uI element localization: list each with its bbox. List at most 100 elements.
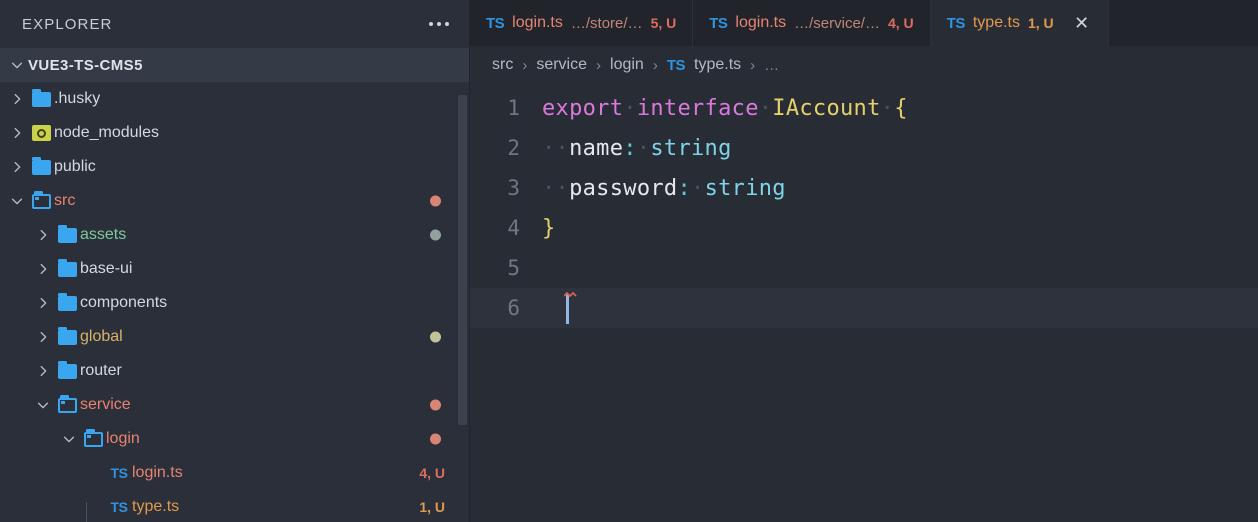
close-icon[interactable]: ✕: [1072, 14, 1092, 32]
chevron-right-icon[interactable]: [32, 364, 54, 378]
chevron-right-icon[interactable]: [32, 262, 54, 276]
tree-item-label: components: [80, 294, 168, 311]
breadcrumb-separator-icon: ›: [750, 56, 756, 74]
code-text: export·interface·IAccount·{: [542, 96, 908, 121]
chevron-right-icon[interactable]: [32, 296, 54, 310]
tree-item-label: node_modules: [54, 124, 159, 141]
code-text: }: [542, 216, 556, 241]
tab-status-badge: 1, U: [1027, 15, 1054, 31]
breadcrumb-separator-icon: ›: [596, 56, 602, 74]
tree-item-public[interactable]: public: [0, 150, 469, 184]
error-squiggle-icon: [563, 286, 580, 298]
ts-file-icon: TS: [709, 14, 728, 32]
ts-file-icon: TS: [666, 56, 686, 74]
tree-item-node-modules[interactable]: node_modules: [0, 116, 469, 150]
tree-item-login[interactable]: login: [0, 422, 469, 456]
file-tree: .husky node_modulespublic src assets base-ui…: [0, 82, 469, 522]
tab-file-path: …/service/…: [794, 14, 880, 32]
workspace-root-row[interactable]: VUE3-TS-CMS5: [0, 48, 469, 82]
tree-item-label: .husky: [54, 90, 101, 107]
token-dotg: ··: [542, 175, 570, 201]
ts-file-icon: TS: [946, 14, 966, 32]
explorer-header: EXPLORER: [0, 0, 469, 48]
token-type: IAccount: [772, 95, 881, 121]
token-dotg: ·: [691, 175, 705, 201]
token-dotg: ·: [758, 95, 773, 121]
ellipsis-horizontal-icon[interactable]: [421, 16, 457, 32]
breadcrumb-item[interactable]: src: [492, 56, 513, 74]
npm-folder-icon: [28, 125, 54, 141]
tree-item-label: service: [80, 396, 131, 413]
chevron-down-icon[interactable]: [58, 432, 80, 446]
tree-item-global[interactable]: global: [0, 320, 469, 354]
folder-closed-icon: [54, 224, 80, 243]
chevron-right-icon[interactable]: [32, 330, 54, 344]
code-editor[interactable]: 1 export·interface·IAccount·{2 ··name:·str…: [470, 84, 1258, 522]
editor-area: TS login.ts …/store/… 5, U TS login.ts …/servi…: [470, 0, 1258, 522]
token-colon: :: [677, 175, 692, 201]
tree-item-label: type.ts: [132, 498, 180, 515]
breadcrumb-overflow[interactable]: …: [764, 57, 779, 74]
token-prop: password: [569, 175, 678, 201]
tree-item--husky[interactable]: .husky: [0, 82, 469, 116]
tree-item-login-ts[interactable]: TS login.ts 4, U: [0, 456, 469, 490]
tree-item-label: login.ts: [132, 464, 183, 481]
code-line[interactable]: 4}: [470, 208, 1258, 248]
explorer-title: EXPLORER: [22, 15, 113, 33]
code-text: ··password:·string: [542, 176, 786, 201]
ts-file-icon: TS: [486, 14, 505, 32]
tree-item-base-ui[interactable]: base-ui: [0, 252, 469, 286]
tree-item-type-ts[interactable]: TS type.ts 1, U: [0, 490, 469, 522]
folder-closed-icon: [54, 258, 80, 277]
chevron-right-icon[interactable]: [6, 126, 28, 140]
code-line[interactable]: 1 export·interface·IAccount·{: [470, 88, 1258, 128]
chevron-down-icon[interactable]: [32, 398, 54, 412]
breadcrumb-item[interactable]: login: [610, 56, 644, 74]
tab-status-badge: 5, U: [650, 15, 677, 31]
tab-file-name: login.ts: [735, 14, 787, 31]
tree-item-src[interactable]: src: [0, 184, 469, 218]
editor-tab-login-ts-0[interactable]: TS login.ts …/store/… 5, U: [470, 0, 694, 46]
chevron-right-icon[interactable]: [6, 160, 28, 174]
folder-closed-icon: [28, 156, 54, 175]
chevron-down-icon[interactable]: [6, 58, 28, 72]
tree-item-components[interactable]: components: [0, 286, 469, 320]
decoration-dot: [430, 433, 441, 445]
chevron-right-icon[interactable]: [32, 228, 54, 242]
folder-closed-icon: [54, 326, 80, 345]
token-brc: {: [894, 95, 908, 121]
editor-tab-type-ts-2[interactable]: TS type.ts 1, U ✕: [930, 0, 1109, 46]
vscode-window: EXPLORER VUE3-TS-CMS5 .husky node_modules…: [0, 0, 1258, 522]
tree-item-label: src: [54, 192, 76, 209]
code-line[interactable]: 2 ··name:·string: [470, 128, 1258, 168]
token-dotg: ·: [880, 95, 895, 121]
code-line[interactable]: 3 ··password:·string: [470, 168, 1258, 208]
breadcrumb-separator-icon: ›: [522, 56, 528, 74]
sidebar-scrollbar[interactable]: [458, 95, 467, 425]
tab-file-name: login.ts: [512, 14, 563, 31]
breadcrumb-file[interactable]: type.ts: [694, 56, 741, 74]
folder-open-icon: [80, 428, 106, 447]
code-text: ··name:·string: [542, 136, 732, 161]
line-number: 5: [507, 256, 520, 280]
code-line[interactable]: 5: [470, 248, 1258, 288]
editor-tab-login-ts-1[interactable]: TS login.ts …/service/… 4, U: [693, 0, 931, 46]
token-kw: export: [542, 95, 624, 121]
tree-item-assets[interactable]: assets: [0, 218, 469, 252]
chevron-down-icon[interactable]: [6, 194, 28, 208]
tree-item-badge: 4, U: [419, 465, 445, 481]
breadcrumb-item[interactable]: service: [536, 56, 587, 74]
chevron-right-icon[interactable]: [6, 92, 28, 106]
line-number: 4: [507, 216, 520, 240]
code-line[interactable]: 6: [470, 288, 1258, 328]
tree-item-label: public: [54, 158, 96, 175]
folder-closed-icon: [28, 88, 54, 107]
tab-status-badge: 4, U: [887, 15, 914, 31]
tree-item-service[interactable]: service: [0, 388, 469, 422]
tree-item-router[interactable]: router: [0, 354, 469, 388]
decoration-dot: [430, 195, 441, 207]
token-dotg: ·: [636, 135, 651, 161]
tree-item-label: assets: [80, 226, 127, 243]
line-number: 6: [507, 296, 520, 320]
tree-item-label: base-ui: [80, 260, 133, 277]
